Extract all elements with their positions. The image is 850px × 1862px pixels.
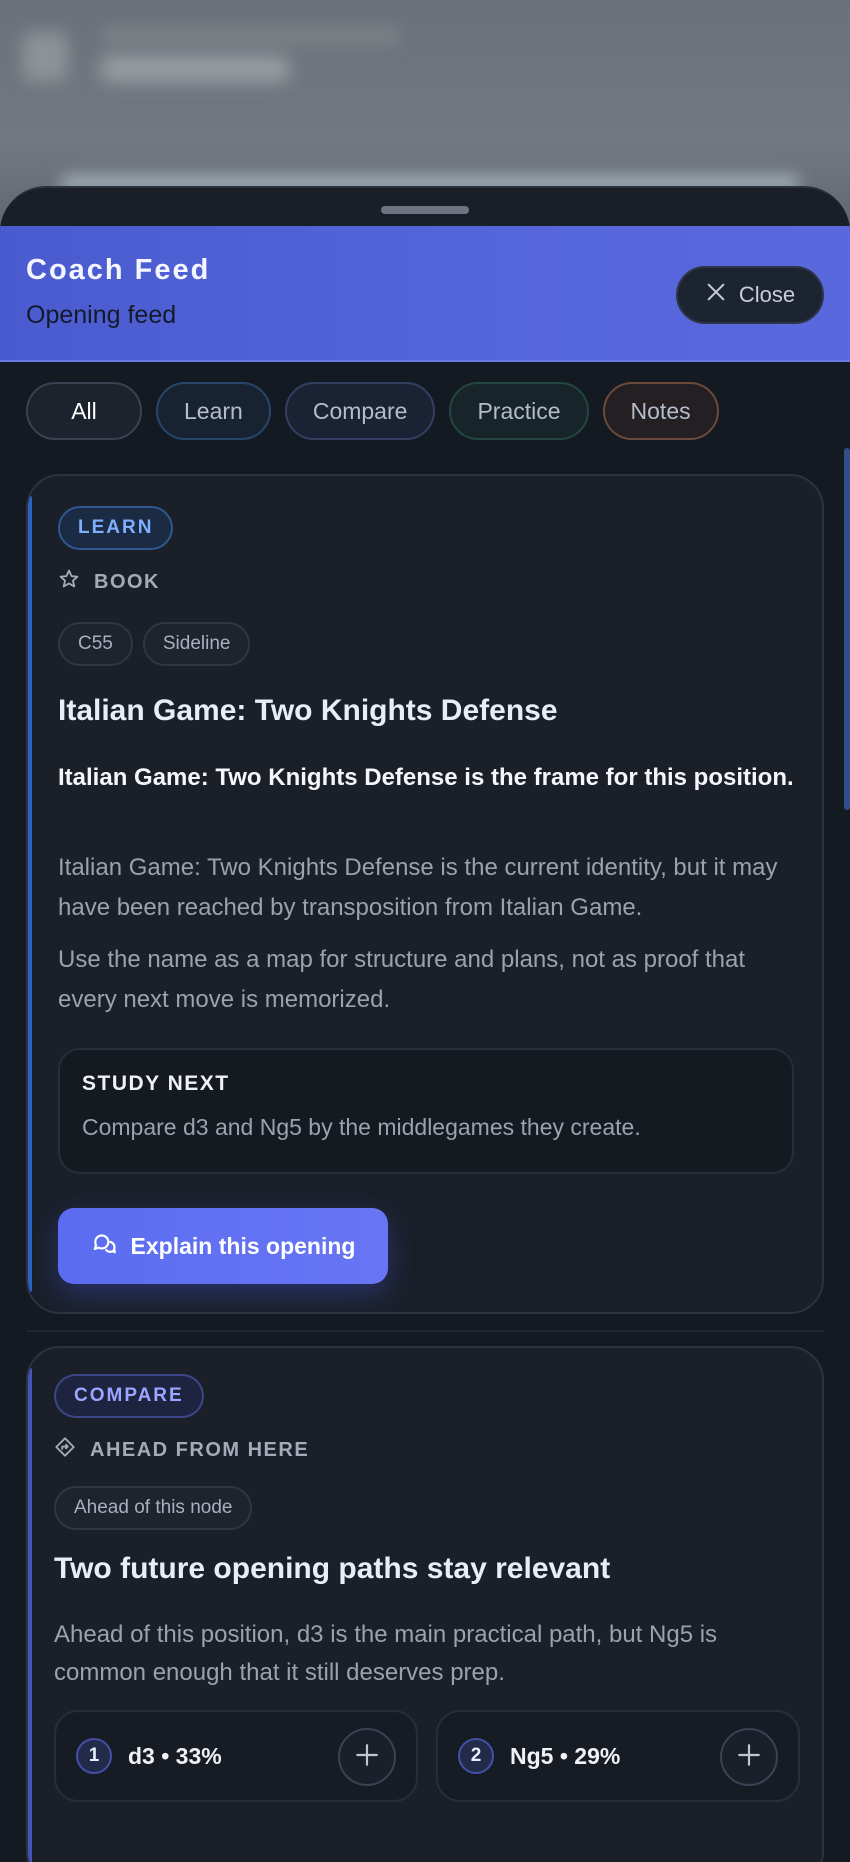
- context-chip: Ahead of this node: [54, 1486, 253, 1530]
- close-label: Close: [738, 282, 796, 307]
- card-paragraph: Italian Game: Two Knights Defense is the…: [58, 854, 778, 921]
- add-move-button[interactable]: [338, 1728, 396, 1786]
- eco-chip: C55: [58, 622, 133, 666]
- explain-opening-label: Explain this opening: [130, 1232, 356, 1259]
- card-divider: [26, 1330, 824, 1332]
- line-type-chip: Sideline: [142, 622, 251, 666]
- move-option[interactable]: 2 Ng5 • 29%: [436, 1710, 800, 1802]
- card-meta-label: AHEAD FROM HERE: [90, 1438, 310, 1461]
- card-accent-stripe: [28, 1368, 32, 1862]
- explain-opening-button[interactable]: Explain this opening: [58, 1208, 388, 1284]
- close-icon: [705, 281, 727, 309]
- filter-compare[interactable]: Compare: [284, 382, 436, 440]
- route-icon: [54, 1436, 76, 1464]
- background-text-line: [100, 28, 400, 44]
- move-options: 1 d3 • 33% 2 Ng5 • 29%: [54, 1710, 800, 1802]
- background-title: [100, 56, 290, 82]
- move-rank: 2: [458, 1738, 494, 1774]
- card-accent-stripe: [28, 496, 32, 1292]
- card-chips: C55 Sideline: [58, 622, 251, 666]
- filter-chips: All Learn Compare Practice Notes: [0, 362, 850, 464]
- card-paragraph: Use the name as a map for structure and …: [58, 946, 746, 1013]
- card-chips: Ahead of this node: [54, 1486, 253, 1530]
- sheet-handle-zone[interactable]: [0, 188, 850, 226]
- plus-icon: [736, 1742, 762, 1773]
- chat-bubbles-icon: [91, 1230, 117, 1262]
- star-icon: [58, 568, 80, 596]
- sheet-header: Coach Feed Opening feed Close: [0, 226, 850, 362]
- move-label: Ng5 • 29%: [510, 1742, 621, 1769]
- move-rank: 1: [76, 1738, 112, 1774]
- learn-card: LEARN BOOK C55 Sideline Italian Game: Tw…: [26, 474, 824, 1314]
- compare-card: COMPARE AHEAD FROM HERE Ahead of this no…: [26, 1346, 824, 1862]
- card-title: Italian Game: Two Knights Defense: [58, 694, 558, 727]
- filter-notes[interactable]: Notes: [602, 382, 719, 440]
- card-meta: AHEAD FROM HERE: [54, 1436, 309, 1464]
- plus-icon: [354, 1742, 380, 1773]
- drag-handle[interactable]: [381, 206, 469, 214]
- add-move-button[interactable]: [720, 1728, 778, 1786]
- card-lead: Italian Game: Two Knights Defense is the…: [58, 764, 794, 791]
- close-button[interactable]: Close: [676, 266, 824, 324]
- filter-learn[interactable]: Learn: [156, 382, 271, 440]
- card-meta: BOOK: [58, 568, 160, 596]
- move-label: d3 • 33%: [128, 1742, 222, 1769]
- card-title: Two future opening paths stay relevant: [54, 1552, 611, 1585]
- card-type-badge: LEARN: [58, 506, 174, 550]
- study-next-title: STUDY NEXT: [82, 1072, 230, 1095]
- scrollbar[interactable]: [844, 448, 850, 810]
- card-type-badge: COMPARE: [54, 1374, 204, 1418]
- card-paragraph: Ahead of this position, d3 is the main p…: [54, 1621, 718, 1686]
- move-option[interactable]: 1 d3 • 33%: [54, 1710, 418, 1802]
- background-logo: [22, 32, 68, 82]
- filter-all[interactable]: All: [26, 382, 142, 440]
- study-next-text: Compare d3 and Ng5 by the middlegames th…: [82, 1114, 641, 1140]
- card-meta-label: BOOK: [94, 570, 160, 593]
- filter-practice[interactable]: Practice: [449, 382, 589, 440]
- study-next-box: STUDY NEXT Compare d3 and Ng5 by the mid…: [58, 1048, 794, 1174]
